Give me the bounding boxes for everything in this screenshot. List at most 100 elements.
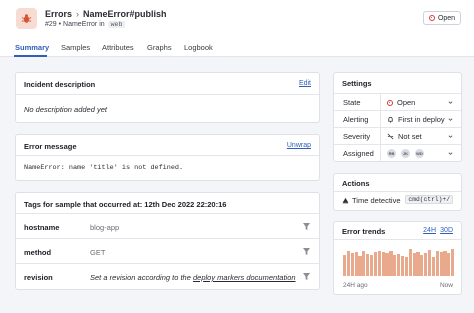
divider bbox=[16, 94, 319, 95]
error-message-card: Error message Unwrap NameError: name 'ti… bbox=[15, 134, 320, 181]
settings-state-row[interactable]: State Open bbox=[334, 94, 461, 110]
settings-state-value: Open bbox=[387, 98, 415, 107]
trend-bar bbox=[400, 256, 405, 276]
revision-hint-text: Set a revision according to the bbox=[90, 273, 193, 282]
column-divider bbox=[380, 128, 381, 144]
range-30d-button[interactable]: 30D bbox=[440, 227, 453, 234]
trend-bar bbox=[431, 257, 435, 276]
error-trends-card: Error trends 24H 30D 24H ago Now bbox=[333, 221, 462, 295]
edit-description-link[interactable]: Edit bbox=[299, 80, 311, 87]
trend-bar bbox=[354, 252, 358, 276]
state-value-text: Open bbox=[397, 98, 416, 107]
axis-end-label: Now bbox=[439, 282, 453, 289]
incident-subtitle: #29 • NameError in web bbox=[45, 21, 126, 28]
open-circle-icon bbox=[428, 15, 435, 21]
settings-severity-label: Severity bbox=[343, 132, 371, 141]
trend-bar bbox=[358, 256, 362, 276]
chevron-right-icon: › bbox=[76, 9, 80, 19]
trend-bar bbox=[412, 253, 416, 276]
tag-value-method: GET bbox=[90, 248, 106, 257]
tab-attributes[interactable]: Attributes bbox=[102, 43, 134, 52]
settings-card: Settings State Open Alerting First in de… bbox=[333, 72, 462, 162]
trend-bar bbox=[404, 257, 408, 276]
range-24h-button[interactable]: 24H bbox=[423, 227, 436, 234]
trend-bar bbox=[389, 251, 393, 276]
incident-meta: #29 • NameError in bbox=[45, 21, 105, 28]
trend-bar bbox=[443, 251, 447, 276]
unwrap-link[interactable]: Unwrap bbox=[287, 142, 311, 149]
settings-alerting-label: Alerting bbox=[343, 115, 369, 124]
trend-bar bbox=[435, 251, 439, 276]
filter-icon[interactable] bbox=[303, 273, 310, 280]
trend-bar bbox=[385, 253, 389, 276]
divider bbox=[334, 191, 461, 192]
settings-alerting-value: First in deploy bbox=[387, 115, 445, 124]
trend-bar bbox=[377, 251, 381, 276]
state-open-label: Open bbox=[437, 14, 456, 22]
chevron-down-icon bbox=[448, 118, 453, 121]
settings-severity-row[interactable]: Severity Not set bbox=[334, 128, 461, 144]
trend-bar bbox=[373, 252, 378, 276]
trend-bar bbox=[346, 251, 351, 276]
tab-logbook[interactable]: Logbook bbox=[184, 43, 213, 52]
tab-samples[interactable]: Samples bbox=[61, 43, 90, 52]
trend-bar bbox=[350, 253, 354, 276]
tab-summary[interactable]: Summary bbox=[15, 43, 49, 52]
axis-start-label: 24H ago bbox=[343, 282, 368, 289]
trend-bar bbox=[343, 255, 347, 276]
error-message-heading: Error message bbox=[24, 142, 77, 151]
trend-bar bbox=[416, 252, 420, 276]
state-open-button[interactable]: Open bbox=[423, 11, 461, 25]
active-tab-indicator bbox=[14, 55, 47, 57]
chevron-down-icon bbox=[448, 101, 453, 104]
settings-alerting-row[interactable]: Alerting First in deploy bbox=[334, 111, 461, 127]
column-divider bbox=[380, 111, 381, 127]
trend-bar bbox=[424, 253, 428, 276]
divider bbox=[16, 238, 319, 239]
chevron-down-icon bbox=[448, 152, 453, 155]
tags-heading: Tags for sample that occurred at: 12th D… bbox=[24, 200, 227, 209]
divider bbox=[16, 155, 319, 156]
time-detective-icon bbox=[342, 197, 349, 204]
trend-bar bbox=[370, 255, 374, 276]
trend-bar bbox=[420, 255, 424, 276]
trend-bar bbox=[397, 254, 401, 276]
breadcrumb-errors-link[interactable]: Errors bbox=[45, 9, 72, 19]
keyboard-shortcut: cmd(ctrl)+/ bbox=[405, 195, 453, 204]
error-message-text: NameError: name 'title' is not defined. bbox=[24, 164, 184, 172]
page-title: NameError#publish bbox=[83, 9, 167, 19]
breadcrumb: Errors › NameError#publish bbox=[45, 9, 167, 19]
incident-description-heading: Incident description bbox=[24, 80, 96, 89]
settings-assigned-label: Assigned bbox=[343, 149, 374, 158]
filter-icon[interactable] bbox=[303, 248, 310, 255]
trend-bar bbox=[451, 249, 455, 276]
tags-card: Tags for sample that occurred at: 12th D… bbox=[15, 192, 320, 290]
assignee-avatars: RB JK WD bbox=[387, 149, 425, 158]
severity-slash-icon bbox=[387, 133, 394, 140]
settings-assigned-row[interactable]: Assigned RB JK WD bbox=[334, 145, 461, 161]
avatar: JK bbox=[401, 149, 410, 158]
settings-heading: Settings bbox=[342, 79, 372, 88]
trend-bar bbox=[408, 249, 412, 276]
trend-bar bbox=[427, 250, 432, 276]
actions-heading: Actions bbox=[342, 179, 370, 188]
time-detective-button[interactable]: Time detective bbox=[342, 196, 401, 205]
chevron-down-icon bbox=[448, 135, 453, 138]
tag-value-hostname: blog-app bbox=[90, 223, 120, 232]
filter-icon[interactable] bbox=[303, 223, 310, 230]
tag-value-revision: Set a revision according to the deploy m… bbox=[90, 273, 296, 282]
tab-graphs[interactable]: Graphs bbox=[147, 43, 172, 52]
divider bbox=[334, 239, 461, 240]
trend-bar bbox=[439, 252, 443, 276]
trend-bar bbox=[362, 251, 366, 276]
tab-bar: Summary Samples Attributes Graphs Logboo… bbox=[0, 37, 474, 57]
tag-key-revision: revision bbox=[24, 273, 53, 282]
divider bbox=[16, 213, 319, 214]
severity-value-text: Not set bbox=[398, 132, 422, 141]
trend-bar bbox=[393, 255, 397, 276]
actions-card: Actions Time detective cmd(ctrl)+/ bbox=[333, 173, 462, 211]
trend-bar bbox=[381, 252, 385, 276]
deploy-markers-docs-link[interactable]: deploy markers documentation bbox=[193, 273, 296, 282]
bug-icon bbox=[16, 8, 37, 29]
top-bar: Errors › NameError#publish #29 • NameError… bbox=[0, 0, 474, 37]
